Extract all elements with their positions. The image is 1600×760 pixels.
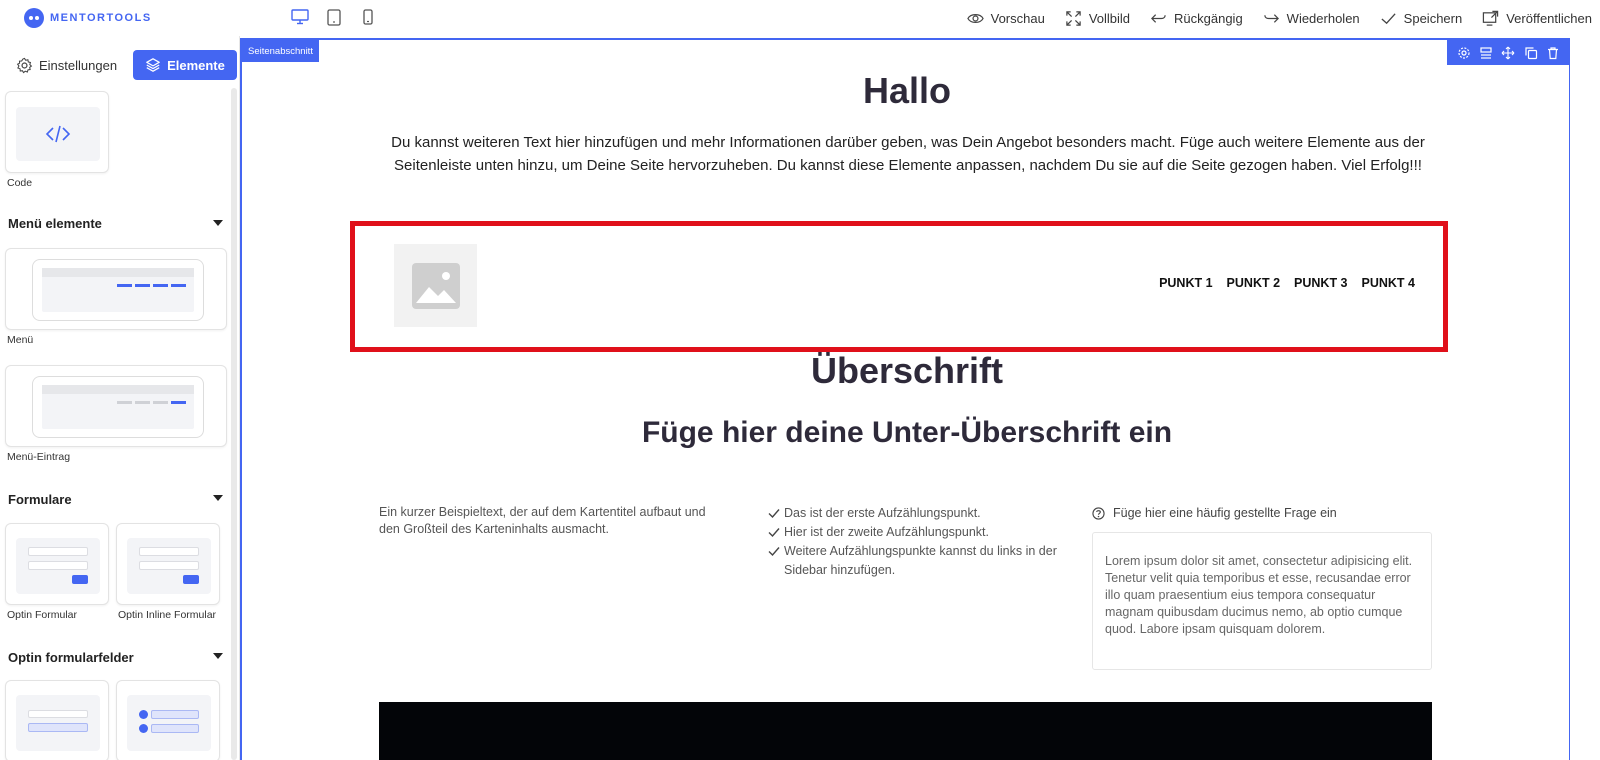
card-text[interactable]: Ein kurzer Beispieltext, der auf dem Kar… [379, 504, 709, 538]
page-canvas: Seitenabschnitt Hallo Du kannst weiteren… [240, 38, 1570, 760]
intro-text[interactable]: Du kannst weiteren Text hier hinzufügen … [378, 132, 1438, 177]
publish-button[interactable]: Veröffentlichen [1482, 10, 1592, 27]
fullscreen-label: Vollbild [1088, 10, 1131, 26]
list-item: Das ist der erste Aufzählungspunkt. [768, 504, 1088, 523]
menu-section-heading[interactable]: Menü elemente [8, 216, 102, 231]
optin-inline-form-tile[interactable] [116, 523, 220, 605]
list-item: Hier ist der zweite Aufzählungspunkt. [768, 523, 1088, 542]
list-item: Weitere Aufzählungspunkte kannst du link… [768, 542, 1088, 580]
optin-form-tile[interactable] [5, 523, 109, 605]
preview-label: Vorschau [990, 10, 1045, 26]
dark-image-section[interactable] [379, 702, 1432, 760]
bullet-list[interactable]: Das ist der erste Aufzählungspunkt. Hier… [768, 504, 1088, 580]
redo-button[interactable]: Wiederholen [1263, 10, 1360, 27]
gear-icon[interactable] [1457, 46, 1471, 60]
faq-question[interactable]: Füge hier eine häufig gestellte Frage ei… [1092, 506, 1337, 520]
menu-item-punkt-3[interactable]: PUNKT 3 [1294, 276, 1347, 290]
chevron-down-icon[interactable] [213, 495, 223, 501]
bullet-text: Hier ist der zweite Aufzählungspunkt. [784, 525, 989, 539]
canvas-border [1569, 60, 1570, 760]
forms-section-heading[interactable]: Formulare [8, 492, 72, 507]
optin-form-label: Optin Formular [7, 609, 78, 621]
check-icon [768, 528, 780, 538]
fullscreen-button[interactable]: Vollbild [1065, 10, 1130, 27]
faq-answer[interactable]: Lorem ipsum dolor sit amet, consectetur … [1092, 532, 1432, 670]
menu-items: PUNKT 1 PUNKT 2 PUNKT 3 PUNKT 4 [1159, 276, 1415, 290]
top-bar: MENTORTOOLS Vorschau Vollbild Rückgängig… [0, 0, 1600, 36]
menu-entry-label: Menü-Eintrag [7, 451, 71, 463]
chevron-down-icon[interactable] [213, 220, 223, 226]
duplicate-icon[interactable] [1524, 46, 1538, 60]
menu-item-punkt-2[interactable]: PUNKT 2 [1227, 276, 1280, 290]
desktop-icon[interactable] [290, 7, 310, 27]
optin-checkbox-field-tile[interactable] [116, 680, 220, 760]
sidebar-tabs: Einstellungen Elemente [8, 50, 237, 80]
image-icon [411, 262, 460, 309]
heading[interactable]: Überschrift [242, 350, 1570, 392]
section-tag[interactable]: Seitenabschnitt [242, 40, 319, 62]
optin-field-tile[interactable] [5, 680, 109, 760]
logo-icon [24, 8, 44, 28]
menu-item-punkt-1[interactable]: PUNKT 1 [1159, 276, 1212, 290]
mobile-icon[interactable] [358, 7, 378, 27]
save-label: Speichern [1403, 10, 1463, 26]
tablet-icon[interactable] [324, 7, 344, 27]
toolbar-actions: Vorschau Vollbild Rückgängig Wiederholen… [966, 0, 1592, 36]
save-button[interactable]: Speichern [1380, 10, 1463, 27]
menu-element-highlighted[interactable]: PUNKT 1 PUNKT 2 PUNKT 3 PUNKT 4 [350, 221, 1448, 352]
undo-icon [1151, 13, 1166, 23]
move-icon[interactable] [1501, 46, 1515, 60]
right-gutter [1572, 38, 1600, 760]
eye-icon [966, 13, 984, 23]
code-icon [45, 125, 71, 143]
menu-entry-preview [32, 376, 204, 438]
sidebar-scrollbar[interactable] [231, 88, 237, 760]
tab-elements[interactable]: Elemente [133, 50, 237, 80]
publish-label: Veröffentlichen [1506, 10, 1592, 26]
undo-label: Rückgängig [1174, 10, 1243, 26]
subheading[interactable]: Füge hier deine Unter-Überschrift ein [242, 416, 1570, 450]
checkbox-icon [139, 724, 148, 733]
undo-button[interactable]: Rückgängig [1150, 10, 1243, 27]
bullet-text: Weitere Aufzählungspunkte kannst du link… [784, 544, 1057, 577]
tab-elements-label: Elemente [167, 57, 225, 73]
sidebar: Einstellungen Elemente Code Menü element… [0, 36, 240, 760]
page-title[interactable]: Hallo [242, 70, 1570, 112]
redo-icon [1263, 13, 1279, 23]
checkbox-icon [139, 710, 148, 719]
layout-icon[interactable] [1479, 46, 1493, 60]
redo-label: Wiederholen [1286, 10, 1360, 26]
expand-icon [1066, 10, 1081, 26]
menu-element-label: Menü [7, 334, 34, 346]
check-icon [1381, 12, 1396, 24]
tab-settings[interactable]: Einstellungen [8, 50, 125, 80]
check-icon [768, 509, 780, 519]
menu-preview [32, 259, 204, 321]
question-circle-icon [1092, 506, 1105, 520]
device-switcher [290, 7, 378, 27]
optin-inline-form-label: Optin Inline Formular [118, 609, 217, 621]
bullet-text: Das ist der erste Aufzählungspunkt. [784, 506, 981, 520]
menu-item-punkt-4[interactable]: PUNKT 4 [1362, 276, 1415, 290]
code-element-label: Code [7, 177, 33, 189]
brand-logo[interactable]: MENTORTOOLS [24, 8, 152, 28]
faq-question-text: Füge hier eine häufig gestellte Frage ei… [1113, 506, 1337, 520]
brand-name: MENTORTOOLS [50, 12, 152, 24]
menu-element-tile[interactable] [5, 248, 227, 330]
tab-settings-label: Einstellungen [39, 57, 118, 73]
menu-entry-tile[interactable] [5, 365, 227, 447]
code-element-tile[interactable] [5, 91, 109, 173]
layers-icon [146, 58, 160, 72]
optin-fields-section-heading[interactable]: Optin formularfelder [8, 650, 134, 665]
trash-icon[interactable] [1546, 46, 1560, 60]
preview-button[interactable]: Vorschau [966, 10, 1045, 27]
logo-image-placeholder[interactable] [394, 244, 477, 327]
section-toolbar [1447, 40, 1570, 65]
gear-icon [16, 57, 33, 73]
chevron-down-icon[interactable] [213, 653, 223, 659]
check-icon [768, 547, 780, 557]
publish-icon [1483, 10, 1499, 26]
